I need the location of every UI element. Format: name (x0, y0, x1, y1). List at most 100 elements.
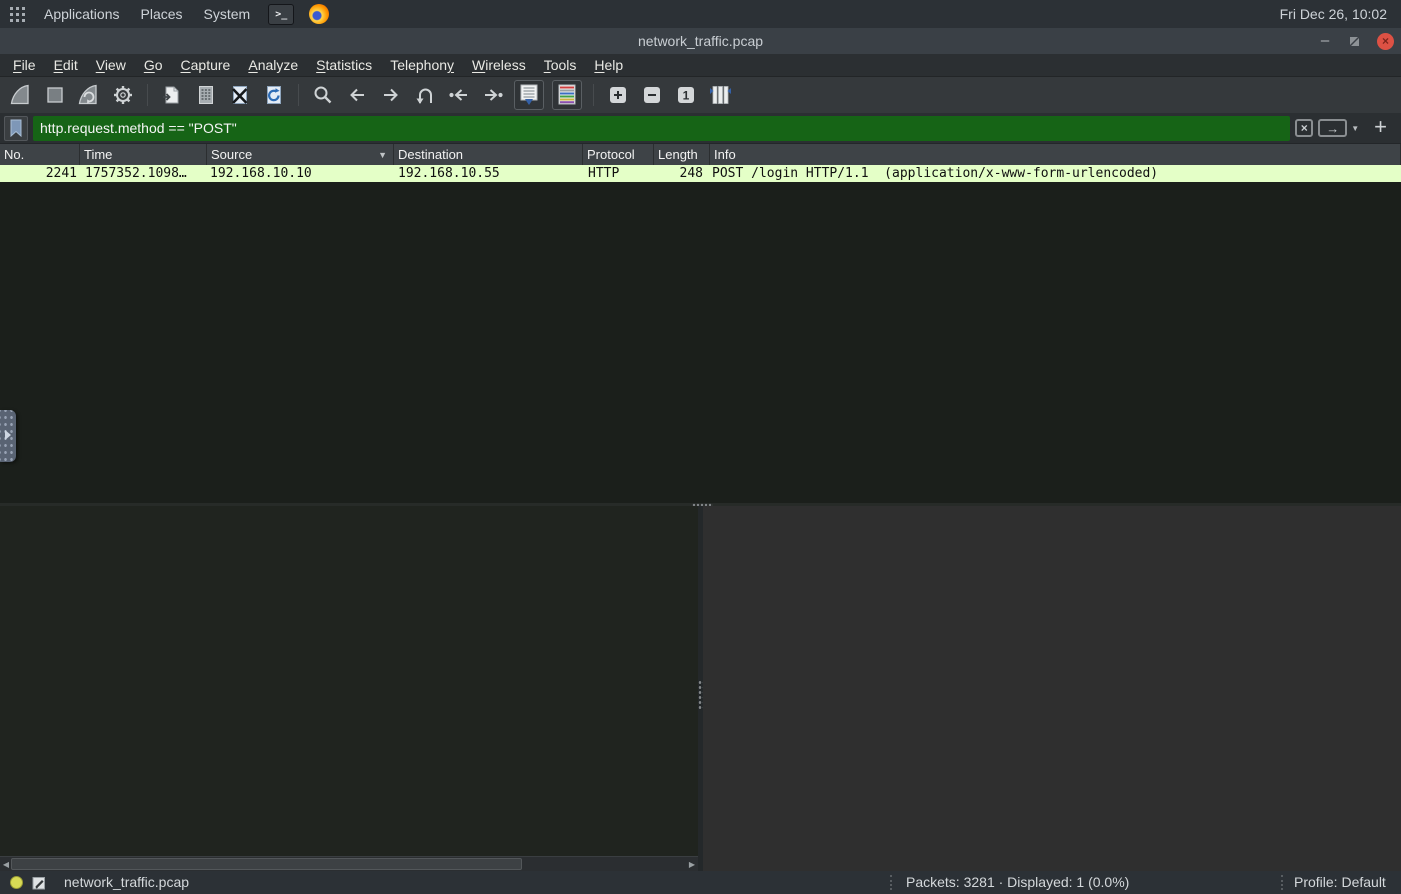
packet-destination: 192.168.10.55 (398, 166, 500, 181)
stop-square-icon (47, 87, 63, 103)
restart-fin-icon (78, 84, 97, 105)
apps-grid-icon[interactable] (10, 6, 26, 22)
firefox-launcher-icon[interactable] (309, 4, 330, 24)
stop-capture-button[interactable] (42, 82, 68, 108)
toolbar-separator (298, 84, 299, 106)
auto-scroll-toggle[interactable] (514, 80, 544, 110)
scroll-right-button[interactable]: ▶ (686, 857, 698, 871)
menu-edit[interactable]: Edit (45, 55, 87, 75)
filter-clear-button[interactable]: × (1295, 119, 1314, 137)
menu-file[interactable]: File (4, 55, 45, 75)
system-menu[interactable]: System (201, 6, 254, 22)
details-horizontal-scrollbar[interactable]: ◀ ▶ (0, 856, 698, 871)
statusbar-separator (890, 875, 892, 890)
places-menu[interactable]: Places (138, 6, 186, 22)
zoom-out-button[interactable] (639, 82, 665, 108)
terminal-launcher-icon[interactable]: >_ (268, 3, 295, 25)
packet-row[interactable]: 2241 1757352.1098… 192.168.10.10 192.168… (0, 165, 1401, 182)
menu-statistics[interactable]: Statistics (307, 55, 381, 75)
statusbar-filename: network_traffic.pcap (64, 874, 190, 890)
menu-analyze[interactable]: Analyze (239, 55, 307, 75)
resize-columns-button[interactable] (707, 82, 733, 108)
go-to-packet-button[interactable] (412, 82, 438, 108)
desktop: Applications Places System >_ Fri Dec 26… (0, 0, 1401, 894)
filter-bookmark-button[interactable] (4, 115, 28, 141)
display-filter-input[interactable]: http.request.method == "POST" (33, 115, 1291, 141)
profile-selector[interactable]: Profile: Default (1294, 874, 1386, 890)
menu-tools[interactable]: Tools (535, 55, 586, 75)
column-header-protocol[interactable]: Protocol (583, 144, 654, 165)
menu-wireless[interactable]: Wireless (463, 55, 535, 75)
expert-info-icon[interactable] (10, 876, 23, 889)
clock[interactable]: Fri Dec 26, 10:02 (1280, 6, 1391, 22)
filter-apply-button[interactable]: → (1318, 119, 1348, 137)
close-button[interactable]: × (1377, 32, 1394, 50)
close-file-icon (232, 86, 248, 104)
filter-dropdown-chevron[interactable]: ▼ (1351, 124, 1359, 133)
go-back-button[interactable] (344, 82, 370, 108)
filter-add-button[interactable]: + (1374, 114, 1387, 140)
reload-file-button[interactable] (261, 82, 287, 108)
menu-telephony[interactable]: Telephony (381, 55, 463, 75)
column-header-length[interactable]: Length (654, 144, 710, 165)
close-file-button[interactable] (227, 82, 253, 108)
status-bar: network_traffic.pcap Packets: 3281 · Dis… (0, 871, 1401, 894)
go-forward-button[interactable] (378, 82, 404, 108)
find-packet-button[interactable] (310, 82, 336, 108)
auto-scroll-icon (520, 84, 538, 105)
applications-menu[interactable]: Applications (41, 6, 123, 22)
scrollbar-thumb[interactable] (11, 858, 522, 870)
bookmark-icon (10, 119, 22, 137)
menu-view[interactable]: View (87, 55, 135, 75)
jump-arrow-icon (416, 88, 432, 104)
column-header-no[interactable]: No. (0, 144, 80, 165)
open-file-button[interactable] (159, 82, 185, 108)
expand-arrow-icon (5, 430, 11, 440)
toolbar-separator (593, 84, 594, 106)
gear-icon (114, 86, 132, 104)
menu-bar: File Edit View Go Capture Analyze Statistics Te… (0, 54, 1401, 77)
toolbar-separator (147, 84, 148, 106)
menu-go[interactable]: Go (135, 55, 172, 75)
menu-help[interactable]: Help (585, 55, 632, 75)
start-capture-button[interactable] (8, 82, 34, 108)
normal-size-button[interactable]: 1 (673, 82, 699, 108)
packet-time: 1757352.1098… (85, 166, 187, 181)
column-header-info[interactable]: Info (710, 144, 1401, 165)
shark-fin-icon (10, 84, 29, 105)
open-file-icon (163, 86, 179, 104)
menu-capture[interactable]: Capture (172, 55, 240, 75)
packet-protocol: HTTP (588, 166, 620, 181)
reload-file-icon (267, 86, 281, 104)
column-header-source[interactable]: Source ▼ (207, 144, 394, 165)
zoom-out-icon (644, 87, 660, 103)
colorize-icon (558, 84, 576, 105)
minimize-button[interactable]: – (1318, 33, 1332, 48)
search-icon (314, 86, 332, 104)
normal-size-icon: 1 (678, 87, 694, 103)
packet-length: 248 (679, 166, 703, 181)
save-file-button[interactable] (193, 82, 219, 108)
packet-details-pane (0, 506, 698, 871)
statusbar-separator (1281, 875, 1283, 890)
zoom-in-button[interactable] (605, 82, 631, 108)
column-header-destination[interactable]: Destination (394, 144, 583, 165)
packet-info: POST /login HTTP/1.1 (application/x-www-… (712, 166, 1159, 181)
save-file-icon (199, 86, 213, 104)
colorize-toggle[interactable] (552, 80, 582, 110)
svg-text:1: 1 (683, 89, 690, 103)
capture-comment-icon[interactable] (32, 875, 46, 890)
packet-bytes-pane (703, 506, 1401, 871)
window-title: network_traffic.pcap (637, 33, 764, 49)
go-first-packet-button[interactable] (446, 82, 472, 108)
last-packet-icon (485, 89, 503, 101)
packets-count: Packets: 3281 · Displayed: 1 (0.0%) (906, 874, 1130, 890)
packet-list-header: No. Time Source ▼ Destination Protocol Le… (0, 144, 1401, 165)
capture-options-button[interactable] (110, 82, 136, 108)
restore-button[interactable] (1349, 35, 1360, 47)
go-last-packet-button[interactable] (480, 82, 506, 108)
column-header-time[interactable]: Time (80, 144, 207, 165)
minimap-handle[interactable] (0, 410, 16, 462)
restart-capture-button[interactable] (76, 82, 102, 108)
packet-no: 2241 (45, 166, 77, 181)
